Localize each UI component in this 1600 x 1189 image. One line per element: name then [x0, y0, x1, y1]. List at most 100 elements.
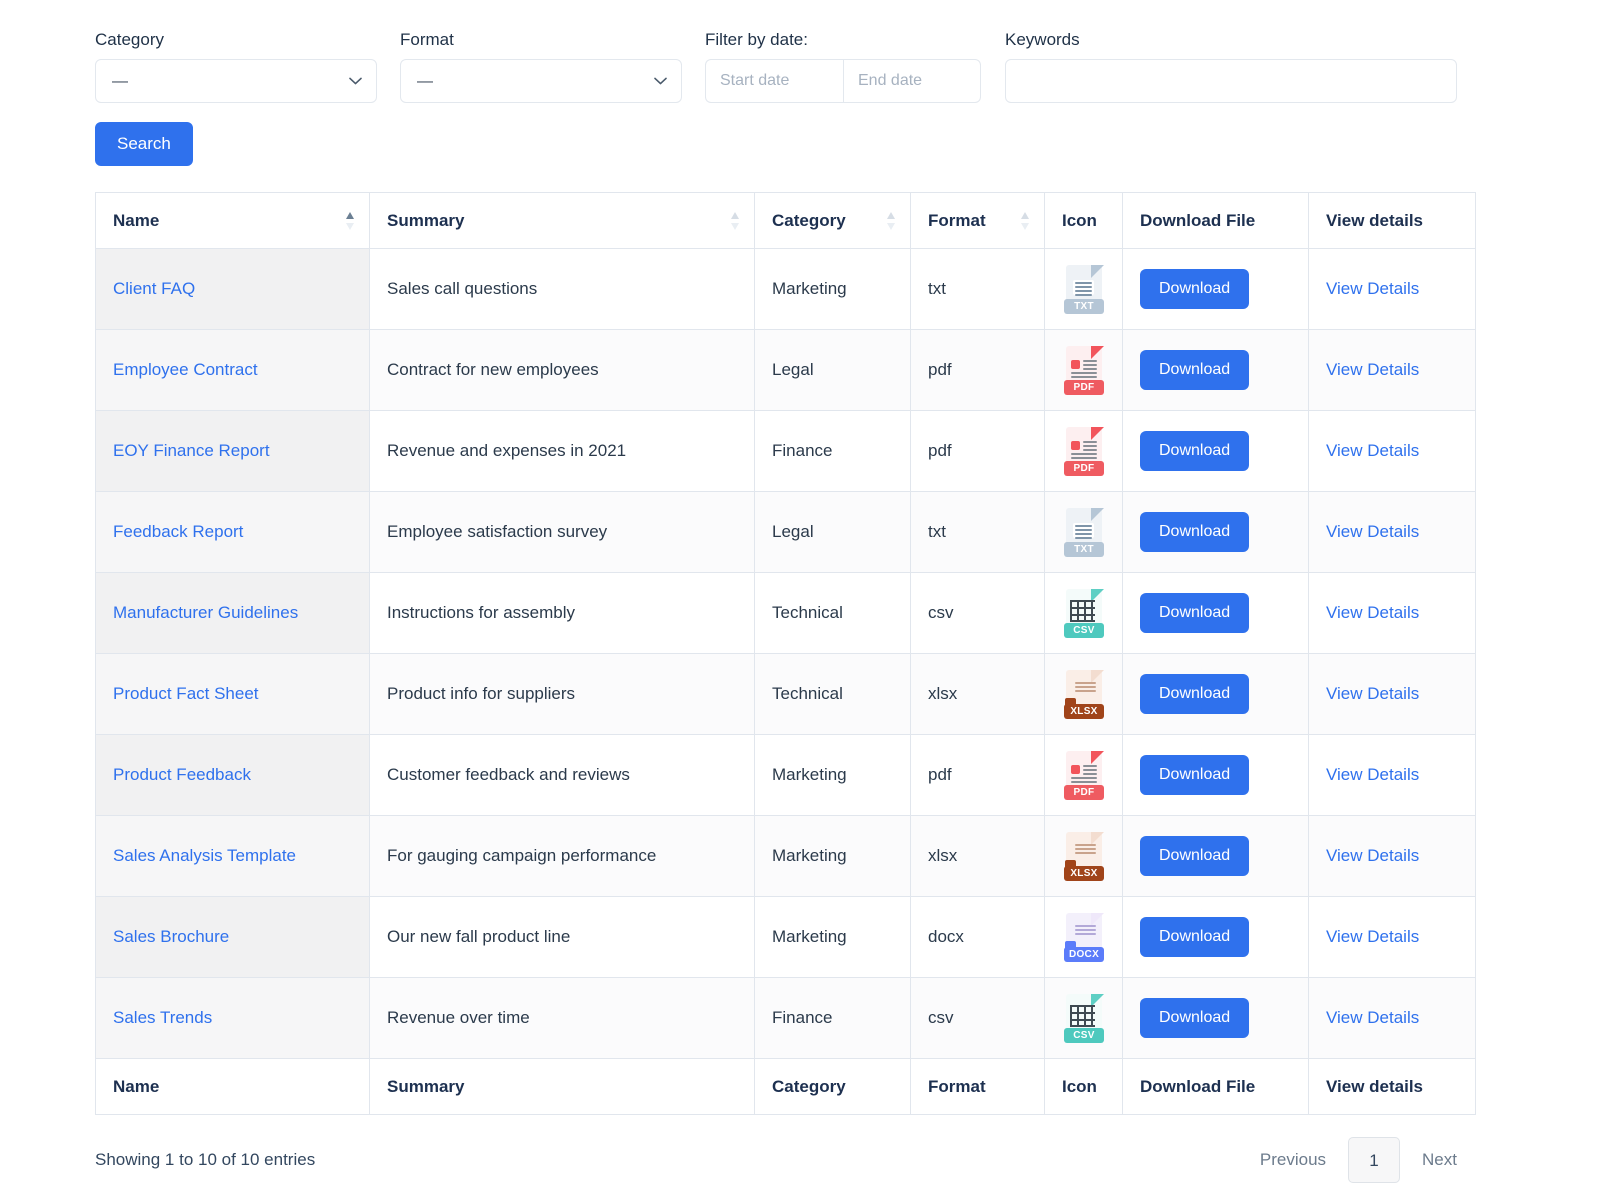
- pagination-page-1[interactable]: 1: [1348, 1137, 1401, 1183]
- document-name-link[interactable]: Employee Contract: [113, 360, 258, 379]
- download-button[interactable]: Download: [1140, 431, 1250, 471]
- view-details-link[interactable]: View Details: [1326, 360, 1419, 379]
- document-name-link[interactable]: Sales Trends: [113, 1008, 212, 1027]
- search-button-row: Search: [0, 103, 1600, 166]
- cell-summary: Revenue over time: [369, 977, 755, 1059]
- table-foot: Name Summary Category Format Icon Download Fi…: [95, 1058, 1476, 1115]
- category-select-wrap: —FinanceLegalMarketingTechnical: [95, 59, 377, 103]
- sort-arrows-icon: [730, 211, 740, 231]
- download-button[interactable]: Download: [1140, 593, 1250, 633]
- download-button[interactable]: Download: [1140, 836, 1250, 876]
- keywords-field-group: Keywords: [1005, 30, 1457, 103]
- view-details-link[interactable]: View Details: [1326, 684, 1419, 703]
- cell-category: Marketing: [754, 815, 911, 897]
- cell-icon: CSV: [1044, 977, 1123, 1059]
- cell-icon: PDF: [1044, 329, 1123, 411]
- view-details-link[interactable]: View Details: [1326, 522, 1419, 541]
- cell-category: Legal: [754, 329, 911, 411]
- cell-name: Employee Contract: [95, 329, 370, 411]
- pagination-next[interactable]: Next: [1404, 1137, 1475, 1183]
- view-details-link[interactable]: View Details: [1326, 1008, 1419, 1027]
- cell-name: Manufacturer Guidelines: [95, 572, 370, 654]
- xlsx-file-icon: XLSX: [1062, 668, 1104, 720]
- table-row: Feedback Report Employee satisfaction sur…: [95, 491, 1476, 573]
- download-button[interactable]: Download: [1140, 755, 1250, 795]
- view-details-link[interactable]: View Details: [1326, 846, 1419, 865]
- cell-view-details: View Details: [1308, 977, 1476, 1059]
- cell-name: EOY Finance Report: [95, 410, 370, 492]
- cell-icon: CSV: [1044, 572, 1123, 654]
- document-name-link[interactable]: Client FAQ: [113, 279, 195, 298]
- pagination-previous[interactable]: Previous: [1242, 1137, 1344, 1183]
- sort-arrows-icon: [886, 211, 896, 231]
- file-type-badge: PDF: [1064, 380, 1104, 395]
- cell-summary: Employee satisfaction survey: [369, 491, 755, 573]
- format-select[interactable]: —csvdocxpdftxtxlsx: [400, 59, 682, 103]
- cell-category: Finance: [754, 977, 911, 1059]
- document-name-link[interactable]: Manufacturer Guidelines: [113, 603, 298, 622]
- keywords-input[interactable]: [1005, 59, 1457, 103]
- category-field-group: Category —FinanceLegalMarketingTechnical: [95, 30, 377, 103]
- end-date-input[interactable]: [843, 59, 981, 103]
- download-button[interactable]: Download: [1140, 917, 1250, 957]
- column-header-name[interactable]: Name: [95, 192, 370, 249]
- document-name-link[interactable]: Sales Brochure: [113, 927, 229, 946]
- column-header-label: Name: [113, 210, 160, 230]
- document-name-link[interactable]: EOY Finance Report: [113, 441, 270, 460]
- cell-summary: Customer feedback and reviews: [369, 734, 755, 816]
- search-button[interactable]: Search: [95, 122, 193, 166]
- column-header-category[interactable]: Category: [754, 192, 911, 249]
- file-type-badge: PDF: [1064, 785, 1104, 800]
- document-name-link[interactable]: Product Feedback: [113, 765, 251, 784]
- pdf-file-icon: PDF: [1062, 344, 1104, 396]
- cell-download: Download: [1122, 491, 1309, 573]
- cell-view-details: View Details: [1308, 410, 1476, 492]
- cell-view-details: View Details: [1308, 896, 1476, 978]
- column-header-summary[interactable]: Summary: [369, 192, 755, 249]
- column-header-label: Icon: [1062, 210, 1097, 230]
- date-range-row: [705, 59, 981, 103]
- sort-arrows-icon: [1020, 211, 1030, 231]
- cell-format: pdf: [910, 329, 1045, 411]
- start-date-input[interactable]: [705, 59, 843, 103]
- file-type-badge: CSV: [1064, 623, 1104, 638]
- cell-download: Download: [1122, 977, 1309, 1059]
- view-details-link[interactable]: View Details: [1326, 927, 1419, 946]
- pdf-file-icon: PDF: [1062, 425, 1104, 477]
- category-label: Category: [95, 30, 164, 49]
- cell-icon: DOCX: [1044, 896, 1123, 978]
- format-select-wrap: —csvdocxpdftxtxlsx: [400, 59, 682, 103]
- view-details-link[interactable]: View Details: [1326, 603, 1419, 622]
- document-name-link[interactable]: Product Fact Sheet: [113, 684, 259, 703]
- column-header-label: Format: [928, 210, 986, 230]
- cell-icon: TXT: [1044, 491, 1123, 573]
- cell-format: txt: [910, 491, 1045, 573]
- cell-format: pdf: [910, 734, 1045, 816]
- view-details-link[interactable]: View Details: [1326, 765, 1419, 784]
- column-header-download: Download File: [1122, 192, 1309, 249]
- cell-view-details: View Details: [1308, 653, 1476, 735]
- column-header-label: View details: [1326, 210, 1424, 230]
- category-select[interactable]: —FinanceLegalMarketingTechnical: [95, 59, 377, 103]
- cell-format: txt: [910, 248, 1045, 330]
- cell-format: xlsx: [910, 653, 1045, 735]
- view-details-link[interactable]: View Details: [1326, 279, 1419, 298]
- table-head: Name Summary Category Format Icon Download Fi…: [95, 192, 1476, 249]
- download-button[interactable]: Download: [1140, 350, 1250, 390]
- download-button[interactable]: Download: [1140, 512, 1250, 552]
- table-row: Product Feedback Customer feedback and re…: [95, 734, 1476, 816]
- download-button[interactable]: Download: [1140, 674, 1250, 714]
- footer-header-view: View details: [1308, 1058, 1476, 1115]
- download-button[interactable]: Download: [1140, 269, 1250, 309]
- table-header-row: Name Summary Category Format Icon Download Fi…: [95, 192, 1476, 249]
- column-header-format[interactable]: Format: [910, 192, 1045, 249]
- cell-name: Sales Analysis Template: [95, 815, 370, 897]
- format-label: Format: [400, 30, 454, 49]
- column-header-view: View details: [1308, 192, 1476, 249]
- document-name-link[interactable]: Sales Analysis Template: [113, 846, 296, 865]
- column-header-label: Category: [772, 210, 846, 230]
- document-name-link[interactable]: Feedback Report: [113, 522, 243, 541]
- view-details-link[interactable]: View Details: [1326, 441, 1419, 460]
- cell-icon: PDF: [1044, 734, 1123, 816]
- download-button[interactable]: Download: [1140, 998, 1250, 1038]
